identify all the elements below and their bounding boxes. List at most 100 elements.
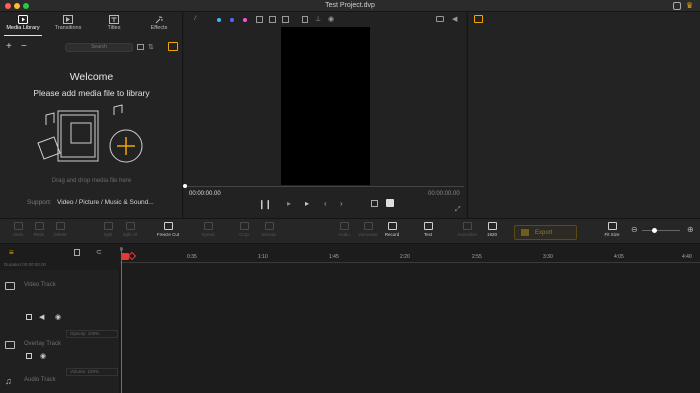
- pause-icon[interactable]: ❙❙: [258, 199, 272, 210]
- video-canvas[interactable]: [281, 27, 370, 185]
- playback-progress-bar[interactable]: [184, 186, 464, 187]
- export-button[interactable]: Export: [514, 225, 577, 240]
- next-icon[interactable]: ›: [340, 199, 343, 208]
- magnet-icon[interactable]: ⊂: [96, 248, 102, 256]
- grid-view-icon[interactable]: [137, 44, 144, 50]
- sort-icon[interactable]: ⇅: [148, 43, 154, 51]
- crop-tool-icon: [239, 222, 249, 230]
- voiceover-icon: [363, 222, 373, 230]
- split-all-button[interactable]: Split All: [118, 222, 142, 237]
- step-back-icon[interactable]: ▸: [287, 199, 291, 208]
- crop-button[interactable]: Crop: [232, 222, 256, 237]
- text-icon: [423, 222, 433, 230]
- freeze-cut-button[interactable]: Freeze Cut: [154, 222, 182, 237]
- quality-icon[interactable]: [386, 199, 394, 207]
- overlay-track-lock-icon[interactable]: [26, 353, 32, 359]
- video-track-volume-icon[interactable]: ◀: [39, 313, 44, 321]
- media-library-icon: [18, 15, 28, 24]
- zoom-slider[interactable]: [642, 230, 680, 231]
- remove-media-button[interactable]: −: [21, 41, 27, 52]
- color-indigo-icon[interactable]: [230, 18, 234, 22]
- step-forward-icon[interactable]: ▸: [305, 199, 309, 208]
- video-track-lock-icon[interactable]: [26, 314, 32, 320]
- playhead-line[interactable]: [121, 248, 122, 393]
- timeline-ruler[interactable]: [120, 262, 700, 263]
- video-track-icon: [5, 282, 15, 290]
- color-pink-icon[interactable]: [243, 18, 247, 22]
- tab-label: Titles: [107, 25, 121, 31]
- zoom-slider-handle[interactable]: [652, 228, 657, 233]
- lock-icon[interactable]: [302, 16, 308, 23]
- tab-media-library[interactable]: Media Library: [0, 13, 46, 36]
- window-menu-icon[interactable]: [673, 2, 681, 10]
- total-time: 00:00:00.00: [428, 191, 460, 197]
- transitions-icon: [63, 15, 73, 24]
- overlay-track-visibility-icon[interactable]: ◉: [40, 352, 46, 360]
- split-icon: [103, 222, 113, 230]
- window-title: Test Project.dvp: [325, 2, 375, 9]
- flip-icon[interactable]: [282, 16, 289, 23]
- add-track-icon[interactable]: ≡: [9, 249, 18, 257]
- support-label: Support:: [27, 199, 52, 206]
- split-button[interactable]: Split: [96, 222, 120, 237]
- color-blue-icon[interactable]: [217, 18, 221, 22]
- add-media-button[interactable]: +: [6, 41, 12, 52]
- media-illustration-icon: [37, 104, 143, 163]
- ruler-tick: 2:55: [472, 254, 482, 260]
- ruler-tick: 0:35: [187, 254, 197, 260]
- tab-effects[interactable]: Effects: [136, 13, 182, 35]
- resolution-button[interactable]: 1920: [480, 222, 504, 237]
- magic-wand-icon[interactable]: ⁄: [195, 16, 196, 22]
- properties-panel-icon[interactable]: [474, 15, 483, 23]
- overlay-track-icon: [5, 341, 15, 349]
- audio-icon: [339, 222, 349, 230]
- pin-icon[interactable]: ⊥: [315, 15, 321, 23]
- ruler-tick: 1:45: [329, 254, 339, 260]
- visibility-icon[interactable]: ◉: [328, 15, 334, 23]
- fullscreen-icon[interactable]: ⤢: [455, 206, 461, 214]
- volume-icon[interactable]: ◀: [452, 15, 457, 23]
- opacity-field[interactable]: Opacity: 100%: [66, 330, 118, 338]
- volume-field[interactable]: Volume: 100%: [66, 368, 118, 376]
- text-button[interactable]: Text: [416, 222, 440, 237]
- zoom-out-icon[interactable]: ⊖: [631, 225, 638, 234]
- collapse-panel-icon[interactable]: [168, 42, 178, 51]
- timeline-lock-icon[interactable]: [74, 249, 80, 256]
- snapshot-icon[interactable]: [436, 16, 444, 22]
- video-track-visibility-icon[interactable]: ◉: [55, 313, 61, 321]
- ruler-tick: 4:40: [682, 254, 692, 260]
- resolution-icon: [487, 222, 497, 230]
- trash-icon: [55, 222, 65, 230]
- audio-track-label: Audio Track: [24, 377, 56, 383]
- rotate-icon[interactable]: [269, 16, 276, 23]
- previous-icon[interactable]: ‹: [324, 199, 327, 208]
- screenshot-icon[interactable]: [371, 200, 378, 207]
- effects-icon: [155, 16, 163, 24]
- microphone-icon: [387, 222, 397, 230]
- support-formats: Video / Picture / Music & Sound...: [57, 199, 154, 206]
- export-label: Export: [535, 230, 553, 236]
- mosaic-button[interactable]: Mosaic: [257, 222, 281, 237]
- delete-button[interactable]: Delete: [48, 222, 72, 237]
- split-all-icon: [125, 222, 135, 230]
- tab-titles[interactable]: Titles: [91, 13, 137, 35]
- progress-handle[interactable]: [183, 184, 187, 188]
- upgrade-icon[interactable]: ♛: [686, 2, 694, 10]
- crop-icon[interactable]: [256, 16, 263, 23]
- animation-button[interactable]: Animation: [454, 222, 480, 237]
- audio-button[interactable]: Audio: [332, 222, 356, 237]
- media-search-input[interactable]: Search: [65, 43, 133, 52]
- welcome-subtitle: Please add media file to library: [33, 88, 150, 98]
- tab-label: Effects: [150, 25, 168, 31]
- speed-button[interactable]: Speed: [196, 222, 220, 237]
- tab-transitions[interactable]: Transitions: [45, 13, 91, 35]
- audio-track-icon: ♫: [5, 376, 12, 386]
- zoom-in-icon[interactable]: ⊕: [687, 225, 694, 234]
- record-button[interactable]: Record: [380, 222, 404, 237]
- properties-panel: [467, 12, 700, 218]
- voiceover-button[interactable]: Voiceover: [356, 222, 380, 237]
- fit-size-button[interactable]: Fit Size: [600, 222, 624, 237]
- ruler-tick: 3:30: [543, 254, 553, 260]
- current-time: 00:00:00.00: [189, 191, 221, 197]
- freeze-cut-icon: [163, 222, 173, 230]
